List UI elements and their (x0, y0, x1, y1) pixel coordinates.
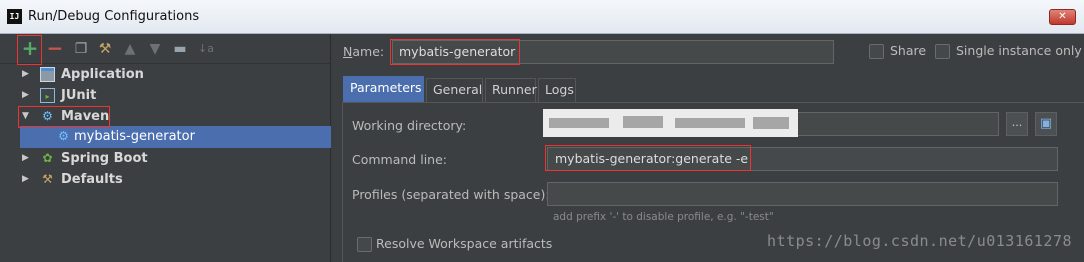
sort-icon[interactable]: ↓a (196, 39, 216, 59)
close-button[interactable]: ✕ (1049, 9, 1076, 25)
share-checkbox[interactable] (869, 44, 884, 59)
tree-item-application[interactable]: ▶ Application (22, 64, 322, 85)
expand-arrow-icon[interactable]: ▶ (22, 148, 32, 169)
application-icon (40, 67, 55, 82)
tree-item-label: Defaults (61, 172, 123, 187)
tree-item-label: Spring Boot (61, 151, 148, 166)
title-bar: IJ Run/Debug Configurations ✕ (0, 0, 1084, 34)
maven-gear-icon: ⚙ (58, 129, 69, 143)
maven-highlight (18, 106, 110, 128)
copy-configuration-icon[interactable]: ❐ (71, 39, 91, 59)
configurations-toolbar: + − ❐ ⚒ ▲ ▼ ▬ ↓a (0, 34, 331, 64)
profiles-input[interactable] (547, 182, 1058, 206)
profiles-label: Profiles (separated with space): (352, 187, 550, 202)
name-highlight (390, 39, 520, 65)
tab-runner[interactable]: Runner (485, 78, 537, 102)
single-instance-label: Single instance only (956, 43, 1082, 58)
command-line-label: Command line: (352, 152, 447, 167)
working-directory-label: Working directory: (352, 118, 467, 133)
expand-arrow-icon[interactable]: ▶ (22, 64, 32, 85)
share-label: Share (890, 43, 927, 58)
expand-arrow-icon[interactable]: ▶ (22, 169, 32, 190)
move-up-icon[interactable]: ▲ (120, 39, 140, 59)
tree-item-label: mybatis-generator (74, 129, 195, 144)
junit-icon: ▸ (40, 88, 55, 103)
name-label: Name: (343, 44, 385, 59)
single-instance-checkbox[interactable] (935, 44, 950, 59)
tab-parameters[interactable]: Parameters (343, 76, 424, 102)
tab-logs[interactable]: Logs (538, 78, 576, 102)
move-down-icon[interactable]: ▼ (145, 39, 165, 59)
configurations-panel: + − ❐ ⚒ ▲ ▼ ▬ ↓a ▶ Application ▶ ▸ JUnit… (0, 34, 331, 262)
expand-arrow-icon[interactable]: ▶ (22, 85, 32, 106)
watermark: https://blog.csdn.net/u013161278 (767, 232, 1072, 250)
tree-item-spring-boot[interactable]: ▶ ✿ Spring Boot (22, 148, 322, 169)
tree-item-label: Application (61, 67, 144, 82)
tree-item-junit[interactable]: ▶ ▸ JUnit (22, 85, 322, 106)
edit-defaults-wrench-icon[interactable]: ⚒ (95, 39, 115, 59)
command-line-highlight (545, 145, 751, 171)
tree-item-defaults[interactable]: ▶ ⚒ Defaults (22, 169, 322, 190)
resolve-workspace-label: Resolve Workspace artifacts (376, 236, 553, 251)
spring-boot-icon: ✿ (42, 151, 53, 165)
tree-item-label: JUnit (61, 88, 97, 103)
module-directory-icon[interactable]: ▣ (1035, 112, 1057, 136)
window-title: Run/Debug Configurations (28, 9, 200, 24)
add-button-highlight (17, 35, 42, 65)
redacted-path (543, 109, 798, 137)
intellij-app-icon: IJ (7, 9, 22, 24)
browse-button[interactable]: ... (1006, 112, 1028, 136)
remove-configuration-button[interactable]: − (45, 38, 65, 59)
tab-general[interactable]: General (426, 78, 483, 102)
folder-icon[interactable]: ▬ (170, 39, 190, 59)
resolve-workspace-checkbox[interactable] (357, 237, 372, 252)
tree-item-mybatis-generator[interactable]: ⚙ mybatis-generator (20, 126, 331, 148)
configuration-editor: Name: mybatis-generator Share Single ins… (332, 34, 1084, 262)
profiles-hint: add prefix '-' to disable profile, e.g. … (553, 211, 774, 223)
wrench-icon: ⚒ (42, 172, 53, 186)
